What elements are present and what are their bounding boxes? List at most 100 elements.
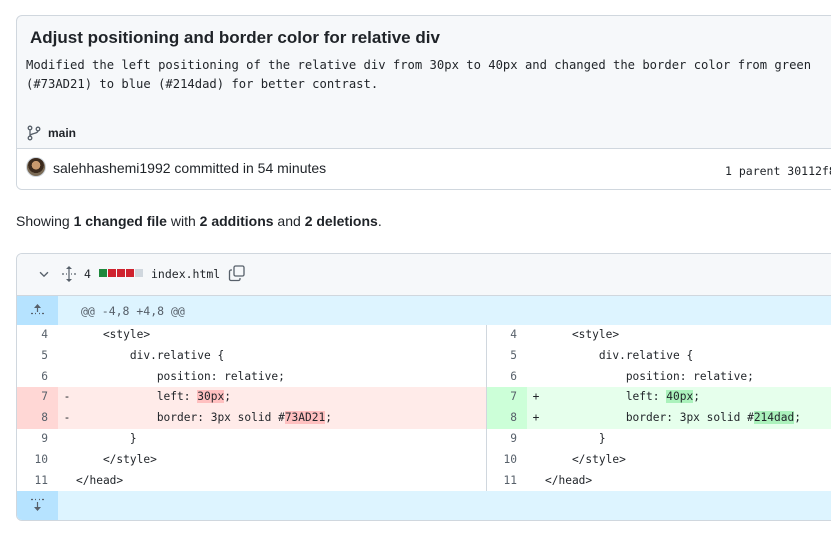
diff-sign [58,450,76,471]
code-text: </head> [545,473,593,487]
summary-with: with [166,213,200,229]
expand-up-button[interactable] [17,296,58,325]
diff-row: 5 div.relative { 5 div.relative { [17,346,831,367]
diff-sign [527,346,545,367]
diff-sign: - [58,408,76,429]
code-line: border: 3px solid #73AD21; [76,408,486,429]
parent-commit[interactable]: 1 parent 30112f8 [725,164,831,178]
diff-sign [527,429,545,450]
commit-title: Adjust positioning and border color for … [30,28,440,47]
code-text: ; [794,411,801,425]
summary-prefix: Showing [16,213,74,229]
commit-description: Modified the left positioning of the rel… [26,58,812,91]
line-number[interactable]: 5 [486,346,527,367]
changed-token: 73AD21 [284,411,326,425]
line-number[interactable]: 9 [486,429,527,450]
diff-sign: + [527,387,545,409]
diff-sign [527,325,545,346]
diff-row: 6 position: relative; 6 position: relativ… [17,367,831,388]
code-text: </style> [76,452,157,466]
diffstat-bar [99,269,143,277]
changed-token: 30px [197,390,225,404]
diff-sign [527,450,545,471]
split-divider [486,325,487,491]
copy-icon[interactable] [228,264,246,282]
code-line: <style> [76,325,486,346]
line-number[interactable]: 7 [17,387,58,409]
diffstat-block [108,269,116,277]
code-text: </style> [545,452,626,466]
code-line: div.relative { [76,346,486,367]
diff-summary: Showing 1 changed file with 2 additions … [16,213,382,229]
code-line: left: 30px; [76,387,486,409]
code-text: position: relative; [545,369,754,383]
diffstat-block [135,269,143,277]
code-text: <style> [545,328,620,341]
code-line: border: 3px solid #214dad; [545,408,831,429]
code-text: div.relative { [76,348,225,362]
code-text: <style> [76,328,151,341]
expand-all-icon[interactable] [61,265,77,283]
line-number[interactable]: 10 [486,450,527,471]
code-text: position: relative; [76,369,285,383]
summary-additions: 2 additions [199,213,274,229]
line-number[interactable]: 8 [486,408,527,429]
diffstat-block [117,269,125,277]
code-text: ; [325,411,332,425]
diff-sign [58,429,76,450]
code-line: </style> [545,450,831,471]
code-text: div.relative { [545,348,694,362]
code-text: ; [224,390,231,404]
summary-suffix: . [377,213,382,229]
summary-deletions: 2 deletions [304,213,378,229]
code-line: </head> [545,471,831,492]
code-line: div.relative { [545,346,831,367]
code-text: left: [76,390,198,404]
diff-sign [58,367,76,388]
expand-up-icon [31,304,44,315]
line-number[interactable]: 11 [486,471,527,492]
line-number[interactable]: 7 [486,387,527,409]
code-line: </head> [76,471,486,492]
line-number[interactable]: 9 [17,429,58,450]
diff-row: 9 } 9 } [17,429,831,450]
line-number[interactable]: 11 [17,471,58,492]
summary-files: 1 changed file [73,213,167,229]
expand-down-button[interactable] [17,491,58,520]
diff-sign [58,346,76,367]
avatar[interactable] [26,157,46,177]
chevron-down-icon[interactable] [37,267,51,281]
code-line: } [76,429,486,450]
diff-sign [527,471,545,492]
hunk-range: @@ -4,8 +4,8 @@ [81,304,185,318]
line-number[interactable]: 4 [486,325,527,346]
branch-name[interactable]: main [48,126,76,140]
changed-token: 40px [666,390,694,404]
code-line: </style> [76,450,486,471]
hunk-header: @@ -4,8 +4,8 @@ [17,296,831,325]
code-text: border: 3px solid # [76,411,285,425]
line-number[interactable]: 8 [17,408,58,429]
diff-sign: + [527,408,545,429]
diff-sign [527,367,545,388]
diff-row: 4 <style> 4 <style> [17,325,831,346]
line-number[interactable]: 5 [17,346,58,367]
code-line: left: 40px; [545,387,831,409]
code-text: } [76,431,137,445]
author-name[interactable]: salehhashemi1992 [53,160,171,176]
line-number[interactable]: 6 [17,367,58,388]
committed-time: committed in 54 minutes [170,160,327,176]
line-number[interactable]: 10 [17,450,58,471]
file-header: 4 index.html [17,254,831,296]
code-line: } [545,429,831,450]
author-line: salehhashemi1992 committed in 54 minutes [53,160,326,176]
line-number[interactable]: 4 [17,325,58,346]
line-number[interactable]: 6 [486,367,527,388]
code-line: position: relative; [76,367,486,388]
file-name[interactable]: index.html [151,267,220,281]
code-line: position: relative; [545,367,831,388]
changed-token: 214dad [753,411,795,425]
diffstat-block [126,269,134,277]
branch-indicator[interactable]: main [26,121,76,145]
author-row: salehhashemi1992 committed in 54 minutes… [17,148,831,189]
